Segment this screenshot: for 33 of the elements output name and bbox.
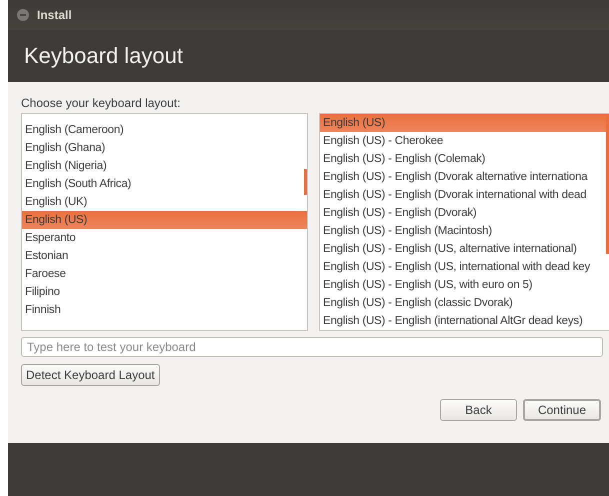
scrollbar-thumb[interactable] — [304, 169, 307, 195]
scrollbar-thumb[interactable] — [606, 114, 609, 254]
layout-list-item[interactable]: English (US) - English (Dvorak international with dead — [320, 186, 609, 204]
window-title: Install — [37, 8, 72, 22]
detect-layout-button[interactable]: Detect Keyboard Layout — [21, 364, 160, 386]
layout-list-item[interactable]: English (US) - English (Macintosh) — [320, 222, 609, 240]
layout-list-item[interactable]: Finnish — [22, 301, 307, 319]
layout-list-item[interactable]: English (Ghana) — [22, 139, 307, 157]
nav-button[interactable]: Back — [440, 399, 517, 421]
prompt-label: Choose your keyboard layout: — [21, 96, 182, 110]
layout-list-item[interactable]: English (US) - English (US, alternative international) — [320, 240, 609, 258]
layout-list-item[interactable]: English (US) - Cherokee — [320, 132, 609, 150]
layout-list-item[interactable]: Faroese — [22, 265, 307, 283]
close-icon[interactable] — [17, 9, 29, 21]
layout-list-item[interactable]: English (US) - English (international AltGr dead keys) — [320, 312, 609, 330]
page-heading: Keyboard layout — [24, 43, 183, 69]
layout-list-item[interactable]: English (South Africa) — [22, 175, 307, 193]
layout-list-item[interactable]: English (US) — [22, 211, 307, 229]
nav-button[interactable]: Continue — [523, 399, 601, 421]
layout-list-item[interactable]: Estonian — [22, 247, 307, 265]
layout-list-item[interactable]: English (US) - English (US, international with dead key — [320, 258, 609, 276]
keyboard-test-field[interactable]: Type here to test your keyboard — [21, 337, 603, 357]
layout-list-item[interactable]: English (Cameroon) — [22, 121, 307, 139]
layout-list-item[interactable]: English (US) — [320, 114, 609, 132]
layout-list-item[interactable]: English (US) - English (classic Dvorak) — [320, 294, 609, 312]
layout-list-item[interactable]: English (UK) — [22, 193, 307, 211]
layout-list-item[interactable]: English (US) - English (Dvorak) — [320, 204, 609, 222]
layout-list-item[interactable]: English (US) - English (Dvorak alternative internationa — [320, 168, 609, 186]
layout-list-item[interactable]: English (Nigeria) — [22, 157, 307, 175]
layout-list-item[interactable]: English (US) - English (US, with euro on 5) — [320, 276, 609, 294]
layout-list-item[interactable]: Filipino — [22, 283, 307, 301]
layout-list-item[interactable]: Esperanto — [22, 229, 307, 247]
layout-list-item[interactable]: English (US) - English (Colemak) — [320, 150, 609, 168]
